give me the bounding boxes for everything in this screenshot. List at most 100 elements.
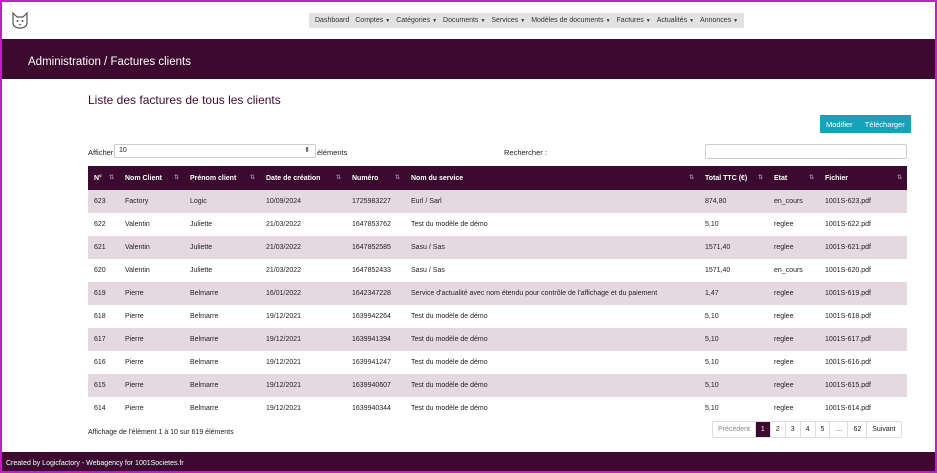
table-header-row: N° ⇅ Nom Client ⇅ Prénom client ⇅ Date de créa… [88,166,907,190]
table-cell: 616 [94,359,106,366]
table-cell: 621 [94,244,106,251]
column-header[interactable]: Etat ⇅ [768,166,819,190]
table-cell: 21/03/2022 [266,244,302,251]
pagination-page[interactable]: 62 [847,422,866,437]
nav-item-factures[interactable]: Factures ▼ [614,17,654,24]
search-input[interactable] [705,144,907,159]
nav-item-label: Actualités [656,17,688,24]
table-cell: 1,47 [705,290,719,297]
table-info: Affichage de l'élément 1 à 10 sur 619 él… [88,429,234,436]
sort-icon: ⇅ [108,175,114,181]
nav-item-comptes[interactable]: Comptes ▼ [352,17,393,24]
pagination-page[interactable]: 4 [799,422,815,437]
length-label: Afficher [88,148,114,157]
sort-icon: ⇅ [688,175,694,181]
table-row[interactable]: 622 Valentin Juliette 21/03/2022 1647853762 T… [88,213,907,236]
column-header[interactable]: Prénom client ⇅ [184,166,260,190]
table-cell: Logic [190,198,207,205]
table-cell: 19/12/2021 [266,405,302,412]
column-header-label: Nom Client [125,174,162,182]
nav-item-dashboard[interactable]: Dashboard [312,17,352,24]
table-cell: Belmarre [190,290,219,297]
modify-button[interactable]: Modifier [820,115,859,133]
table-row[interactable]: 621 Valentin Juliette 21/03/2022 1647852585 S… [88,236,907,259]
column-header[interactable]: Fichier ⇅ [819,166,907,190]
column-header[interactable]: Numéro ⇅ [346,166,405,190]
select-arrows-icon: ⬍ [304,147,310,154]
nav-item-annonces[interactable]: Annonces ▼ [697,17,741,24]
table-cell: Pierre [125,359,144,366]
table-row[interactable]: 619 Pierre Belmarre 16/01/2022 1642347228 Ser… [88,282,907,305]
table-cell: 5,10 [705,405,719,412]
table-row[interactable]: 615 Pierre Belmarre 19/12/2021 1639940607 Tes… [88,374,907,397]
table-cell: 622 [94,221,106,228]
table-cell: reglee [774,313,794,320]
pagination-page[interactable]: 2 [769,422,785,437]
pagination-page[interactable]: 3 [784,422,800,437]
table-row[interactable]: 623 Factory Logic 10/09/2024 1725983227 Eurl … [88,190,907,213]
table-cell: 1642347228 [352,290,391,297]
table-cell: 620 [94,267,106,274]
table-row[interactable]: 616 Pierre Belmarre 19/12/2021 1639941247 Tes… [88,351,907,374]
column-header-label: Etat [774,174,788,182]
table-cell: 1639942264 [352,313,391,320]
table-cell: 1571,40 [705,267,731,274]
pagination-page[interactable]: 5 [814,422,830,437]
nav-item-label: Modèles de documents [531,17,604,24]
table-cell: Test du modèle de démo [411,313,488,320]
table-cell: 1647852433 [352,267,391,274]
table-cell: 1001S-616.pdf [825,359,871,366]
nav-item-documents[interactable]: Documents ▼ [440,17,488,24]
nav-item-services[interactable]: Services ▼ [488,17,528,24]
column-header[interactable]: Nom Client ⇅ [119,166,184,190]
table-cell: 10/09/2024 [266,198,302,205]
table-cell: 1001S-622.pdf [825,221,871,228]
table-cell: Belmarre [190,336,219,343]
column-header-label: Total TTC (€) [705,174,748,182]
table-cell: 5,10 [705,221,719,228]
table-cell: 1001S-614.pdf [825,405,871,412]
table-cell: Test du modèle de démo [411,221,488,228]
table-cell: reglee [774,244,794,251]
nav-item-mod-les-de-documents[interactable]: Modèles de documents ▼ [528,17,613,24]
table-row[interactable]: 617 Pierre Belmarre 19/12/2021 1639941394 Tes… [88,328,907,351]
table-cell: 5,10 [705,313,719,320]
table-cell: Juliette [190,267,213,274]
pagination-next[interactable]: Suivant [866,422,900,437]
column-header[interactable]: Nom du service ⇅ [405,166,699,190]
download-button[interactable]: Télécharger [858,115,911,133]
table-cell: Belmarre [190,405,219,412]
nav-item-label: Comptes [355,17,384,24]
table-cell: Test du modèle de démo [411,359,488,366]
page-header: Administration / Factures clients [2,39,935,79]
pagination-page[interactable]: 1 [754,422,770,437]
cat-logo-icon[interactable] [10,10,30,30]
table-row[interactable]: 618 Pierre Belmarre 19/12/2021 1639942264 Tes… [88,305,907,328]
page-length-select[interactable]: 10 ⬍ [114,144,316,158]
main-menu: Dashboard Comptes ▼ Catégories ▼ Documents ▼ Se… [309,13,745,28]
table-cell: Service d'actualité avec nom étendu pour… [411,290,658,297]
nav-item-cat-gories[interactable]: Catégories ▼ [393,17,440,24]
table-cell: Test du modèle de démo [411,336,488,343]
nav-item-actualit-s[interactable]: Actualités ▼ [654,17,697,24]
pagination-page[interactable]: … [829,422,847,437]
column-header[interactable]: Total TTC (€) ⇅ [699,166,768,190]
table-cell: Pierre [125,290,144,297]
table-cell: Factory [125,198,149,205]
table-cell: reglee [774,290,794,297]
table-cell: 19/12/2021 [266,382,302,389]
length-suffix: éléments [317,148,348,157]
table-row[interactable]: 620 Valentin Juliette 21/03/2022 1647852433 S… [88,259,907,282]
caret-down-icon: ▼ [733,18,739,24]
table-cell: 1001S-617.pdf [825,336,871,343]
column-header[interactable]: N° ⇅ [88,166,119,190]
invoices-table: N° ⇅ Nom Client ⇅ Prénom client ⇅ Date de créa… [88,166,907,420]
pagination-previous[interactable]: Précédent [713,422,755,437]
table-row[interactable]: 614 Pierre Belmarre 19/12/2021 1639940344 Tes… [88,397,907,420]
table-cell: Juliette [190,221,213,228]
column-header[interactable]: Date de création ⇅ [260,166,346,190]
caret-down-icon: ▼ [645,18,651,24]
table-cell: Test du modèle de démo [411,405,488,412]
sort-icon: ⇅ [173,175,179,181]
table-cell: 1639941394 [352,336,391,343]
